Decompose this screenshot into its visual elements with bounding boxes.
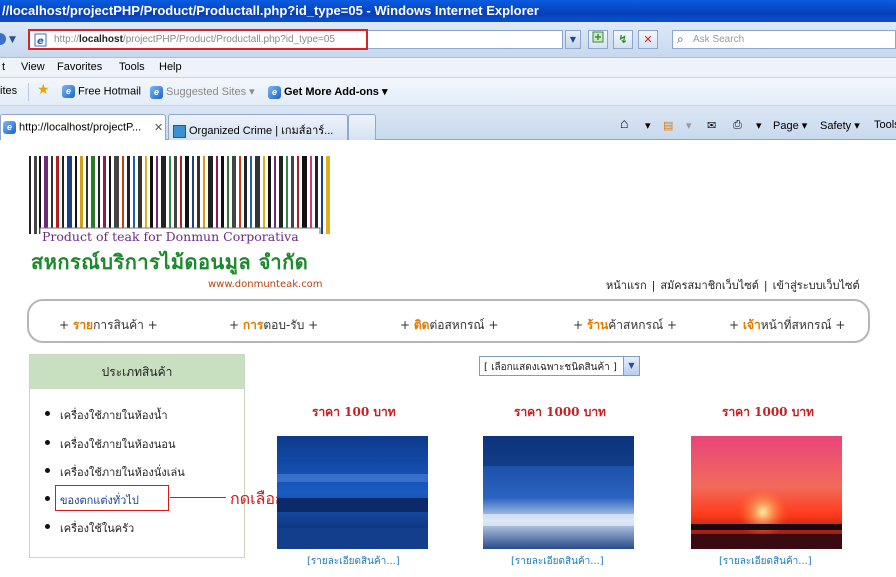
bullet	[45, 468, 50, 473]
site-logo[interactable]: Product of teak for Donmun Corporativa ส…	[26, 156, 334, 294]
tab-organized-crime[interactable]: Organized Crime | เกมส์อาร์...	[168, 114, 348, 140]
feeds-icon[interactable]: ▤	[663, 119, 673, 132]
stop-icon[interactable]: ✕	[638, 30, 658, 49]
search-placeholder: Ask Search	[693, 34, 745, 45]
product-type-select[interactable]: [ เลือกแสดงเฉพาะชนิดสินค้า ] ▼	[479, 356, 640, 376]
page-icon: e	[34, 33, 47, 47]
fav-suggested-sites[interactable]: e Suggested Sites ▾	[150, 85, 255, 99]
favorites-label[interactable]: ites	[0, 85, 17, 97]
back-icon[interactable]	[0, 33, 6, 45]
menu-bar: t View Favorites Tools Help	[0, 58, 896, 78]
product-detail-link[interactable]: [รายละเอียดสินค้า...]	[511, 554, 604, 569]
logo-website: www.donmunteak.com	[208, 279, 323, 290]
print-icon[interactable]: ⎙	[733, 119, 742, 132]
page-menu-button[interactable]: Page ▾	[773, 119, 807, 132]
menu-item-view[interactable]: View	[21, 61, 45, 73]
product-price: ราคา 100 บาท	[312, 405, 396, 419]
feeds-dropdown-icon[interactable]: ▾	[686, 119, 692, 132]
address-dropdown-button[interactable]: ▼	[565, 30, 581, 49]
compatibility-view-icon[interactable]	[588, 30, 608, 49]
bullet	[45, 524, 50, 529]
home-icon[interactable]: ⌂	[620, 115, 628, 131]
favorites-bar: ites ★ e Free Hotmail e Suggested Sites ▾ …	[0, 78, 896, 106]
top-links: หน้าแรก | สมัครสมาชิกเว็บไซต์ | เข้าสู่ระบบเ…	[606, 276, 860, 294]
nav-shop[interactable]: + ร้านค้าสหกรณ์ +	[573, 316, 677, 335]
window-title-bar: //localhost/projectPHP/Product/Productal…	[0, 0, 896, 22]
nav-staff[interactable]: + เจ้าหน้าที่สหกรณ์ +	[729, 316, 845, 335]
barcode-logo-graphic	[29, 156, 330, 234]
address-bar-extension[interactable]	[368, 30, 563, 49]
tab-row: e http://localhost/projectP... ✕ Organize…	[0, 106, 896, 140]
logo-thai-name: สหกรณ์บริการไม้ดอนมูล จำกัด	[31, 250, 309, 274]
product-price: ราคา 1000 บาท	[722, 405, 814, 419]
address-toolbar: ▼ e http://localhost/projectPHP/Product/…	[0, 22, 896, 58]
bullet	[45, 496, 50, 501]
nav-products[interactable]: + รายการสินค้า +	[59, 316, 158, 335]
site-favicon-icon	[173, 124, 186, 138]
sidebar-title: ประเภทสินค้า	[30, 355, 244, 389]
link-separator: |	[651, 279, 656, 292]
menu-item-file[interactable]: t	[2, 61, 5, 73]
category-living-room[interactable]: เครื่องใช้ภายในห้องนั่งเล่น	[45, 463, 185, 481]
logo-subtitle: Product of teak for Donmun Corporativa	[42, 229, 299, 244]
add-favorite-star-icon[interactable]: ★	[37, 81, 50, 98]
fav-free-hotmail[interactable]: e Free Hotmail	[62, 85, 141, 98]
product-detail-link[interactable]: [รายละเอียดสินค้า...]	[307, 554, 400, 569]
link-login[interactable]: เข้าสู่ระบบเว็บไซต์	[773, 279, 860, 292]
favorites-divider	[28, 83, 29, 101]
ie-icon: e	[150, 85, 163, 99]
bullet	[45, 411, 50, 416]
product-detail-link[interactable]: [รายละเอียดสินค้า...]	[719, 554, 812, 569]
ie-icon: e	[3, 121, 16, 134]
tab-localhost[interactable]: e http://localhost/projectP... ✕	[0, 114, 166, 140]
category-sidebar: ประเภทสินค้า เครื่องใช้ภายในห้องน้ำ เครื…	[29, 354, 245, 558]
ie-icon: e	[268, 85, 281, 99]
safety-menu-button[interactable]: Safety ▾	[820, 119, 860, 132]
category-kitchen[interactable]: เครื่องใช้ในครัว	[45, 519, 134, 537]
chevron-down-icon[interactable]: ▼	[9, 35, 16, 45]
category-bathroom[interactable]: เครื่องใช้ภายในห้องน้ำ	[45, 406, 168, 424]
address-url[interactable]: http://localhost/projectPHP/Product/Prod…	[54, 34, 335, 45]
search-input[interactable]: ⌕ Ask Search	[672, 30, 896, 49]
highlight-box	[55, 485, 169, 511]
fav-get-more-addons[interactable]: e Get More Add-ons ▾	[268, 85, 388, 99]
tab-label: http://localhost/projectP...	[19, 121, 142, 134]
tab-close-icon[interactable]: ✕	[154, 121, 163, 134]
menu-item-favorites[interactable]: Favorites	[57, 61, 102, 73]
menu-item-tools[interactable]: Tools	[119, 61, 145, 73]
tools-menu-button[interactable]: Tools	[874, 119, 896, 131]
read-mail-icon[interactable]: ✉	[707, 119, 716, 132]
refresh-icon[interactable]: ↯	[613, 30, 633, 49]
home-dropdown-icon[interactable]: ▾	[645, 119, 651, 132]
menu-item-help[interactable]: Help	[159, 61, 182, 73]
chevron-down-icon[interactable]: ▼	[623, 357, 639, 375]
back-forward-buttons[interactable]: ▼	[0, 32, 22, 48]
product-image-red-sunset[interactable]	[691, 436, 842, 549]
new-tab-button[interactable]	[348, 114, 376, 140]
svg-text:e: e	[37, 36, 44, 47]
nav-qa[interactable]: + การตอบ-รับ +	[229, 316, 318, 335]
nav-contact[interactable]: + ติดต่อสหกรณ์ +	[400, 316, 498, 335]
print-dropdown-icon[interactable]: ▾	[756, 119, 762, 132]
link-separator: |	[763, 279, 768, 292]
search-icon: ⌕	[677, 32, 684, 46]
window-title: //localhost/projectPHP/Product/Productal…	[2, 3, 539, 18]
category-bedroom[interactable]: เครื่องใช้ภายในห้องนอน	[45, 435, 175, 453]
main-nav: + รายการสินค้า + + การตอบ-รับ + + ติดต่อ…	[27, 299, 870, 343]
link-register[interactable]: สมัครสมาชิกเว็บไซต์	[660, 279, 759, 292]
link-home[interactable]: หน้าแรก	[606, 279, 647, 292]
product-price: ราคา 1000 บาท	[514, 405, 606, 419]
callout-line	[170, 497, 226, 498]
product-image-blue-forest[interactable]	[277, 436, 428, 549]
tab-label: Organized Crime | เกมส์อาร์...	[189, 125, 334, 137]
select-value: [ เลือกแสดงเฉพาะชนิดสินค้า ]	[484, 362, 617, 373]
address-bar[interactable]: e http://localhost/projectPHP/Product/Pr…	[28, 29, 368, 50]
bullet	[45, 440, 50, 445]
ie-icon: e	[62, 85, 75, 98]
product-image-snowy-forest[interactable]	[483, 436, 634, 549]
